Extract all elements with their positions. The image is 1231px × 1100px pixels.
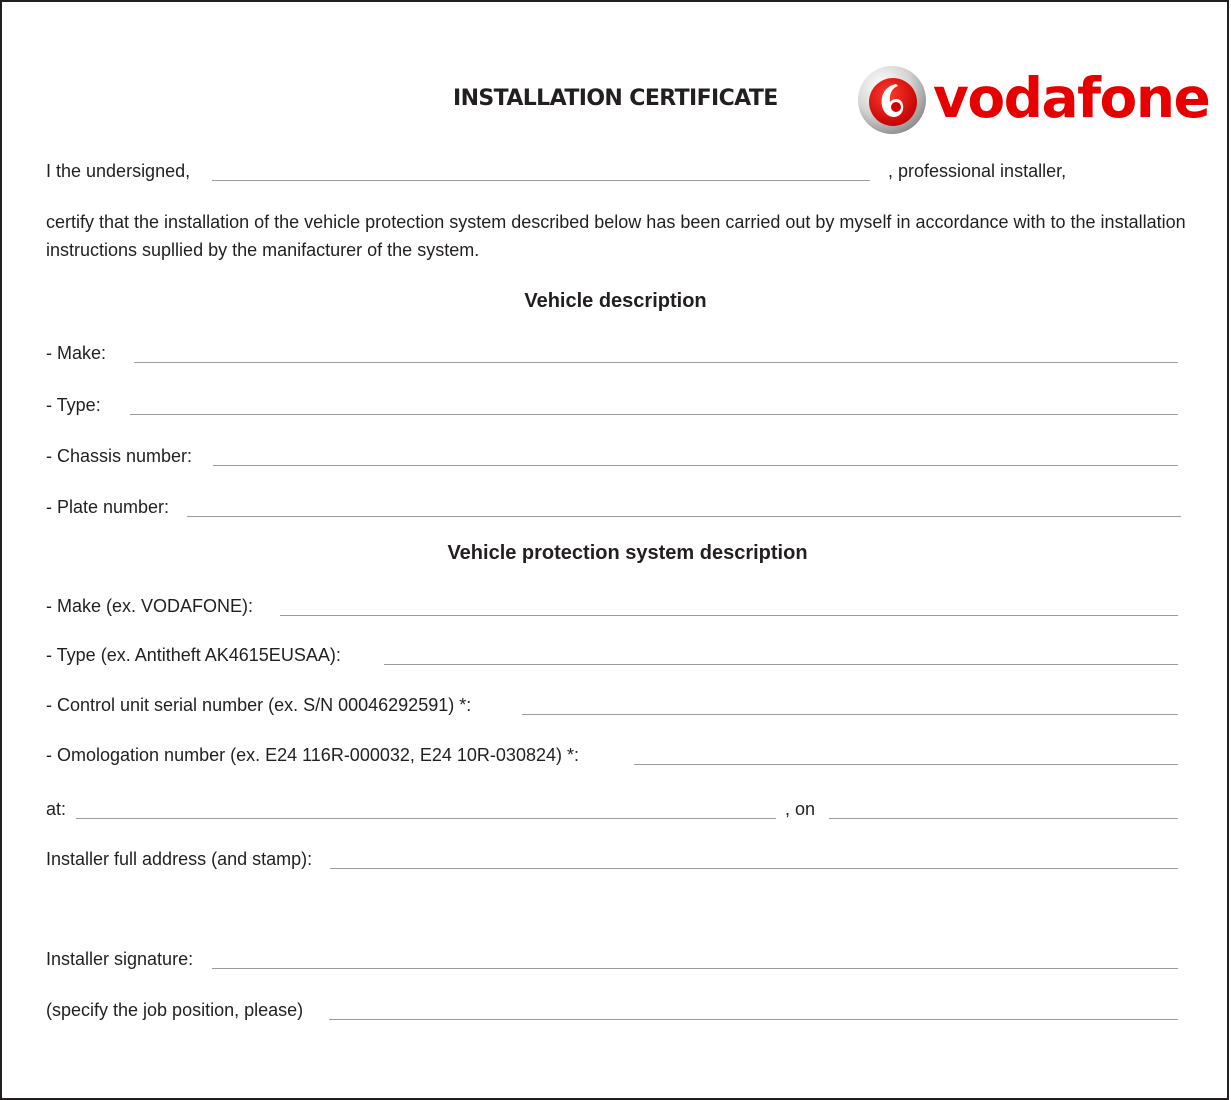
installer-address-label: Installer full address (and stamp): bbox=[46, 849, 313, 869]
on-label: , on bbox=[785, 799, 816, 819]
serial-number-row: - Control unit serial number (ex. S/N 00… bbox=[46, 695, 1186, 721]
place-field[interactable] bbox=[76, 818, 776, 819]
omologation-number-label: - Omologation number (ex. E24 116R-00003… bbox=[46, 745, 579, 765]
plate-row: - Plate number: bbox=[46, 497, 1186, 523]
vodafone-wordmark: vodafone bbox=[933, 66, 1211, 130]
at-label: at: bbox=[46, 799, 67, 819]
serial-number-label: - Control unit serial number (ex. S/N 00… bbox=[46, 695, 472, 715]
vodafone-logo: vodafone bbox=[856, 64, 1211, 136]
signature-row: Installer signature: bbox=[46, 949, 1186, 975]
installer-signature-label: Installer signature: bbox=[46, 949, 194, 969]
serial-number-field[interactable] bbox=[522, 714, 1178, 715]
date-field[interactable] bbox=[829, 818, 1178, 819]
make-row: - Make: bbox=[46, 343, 1186, 369]
system-make-row: - Make (ex. VODAFONE): bbox=[46, 596, 1186, 622]
omologation-row: - Omologation number (ex. E24 116R-00003… bbox=[46, 745, 1186, 771]
vodafone-speechmark-icon bbox=[858, 66, 926, 134]
type-row: - Type: bbox=[46, 395, 1186, 421]
professional-installer-label: , professional installer, bbox=[888, 161, 1067, 181]
system-type-field[interactable] bbox=[384, 664, 1178, 665]
protection-system-heading: Vehicle protection system description bbox=[447, 542, 808, 564]
make-label: - Make: bbox=[46, 343, 107, 363]
certify-paragraph: certify that the installation of the veh… bbox=[46, 212, 1186, 260]
chassis-number-label: - Chassis number: bbox=[46, 446, 193, 466]
system-make-label: - Make (ex. VODAFONE): bbox=[46, 596, 254, 616]
vehicle-description-heading: Vehicle description bbox=[524, 290, 707, 312]
place-date-row: at: , on bbox=[46, 799, 1186, 825]
plate-number-label: - Plate number: bbox=[46, 497, 170, 517]
page-title: INSTALLATION CERTIFICATE bbox=[453, 86, 778, 111]
chassis-row: - Chassis number: bbox=[46, 446, 1186, 472]
job-position-label: (specify the job position, please) bbox=[46, 1000, 304, 1020]
type-field[interactable] bbox=[130, 414, 1178, 415]
system-type-label: - Type (ex. Antitheft AK4615EUSAA): bbox=[46, 645, 341, 665]
installer-address-field[interactable] bbox=[330, 868, 1178, 869]
job-position-row: (specify the job position, please) bbox=[46, 1000, 1186, 1026]
omologation-number-field[interactable] bbox=[634, 764, 1178, 765]
installer-signature-field[interactable] bbox=[212, 968, 1178, 969]
type-label: - Type: bbox=[46, 395, 101, 415]
undersigned-row: I the undersigned, , professional instal… bbox=[46, 161, 1186, 187]
plate-number-field[interactable] bbox=[187, 516, 1181, 517]
system-make-field[interactable] bbox=[280, 615, 1178, 616]
address-row: Installer full address (and stamp): bbox=[46, 849, 1186, 875]
job-position-field[interactable] bbox=[329, 1019, 1178, 1020]
undersigned-label: I the undersigned, bbox=[46, 161, 191, 181]
system-type-row: - Type (ex. Antitheft AK4615EUSAA): bbox=[46, 645, 1186, 671]
make-field[interactable] bbox=[134, 362, 1178, 363]
installer-name-field[interactable] bbox=[212, 180, 870, 181]
chassis-number-field[interactable] bbox=[213, 465, 1178, 466]
